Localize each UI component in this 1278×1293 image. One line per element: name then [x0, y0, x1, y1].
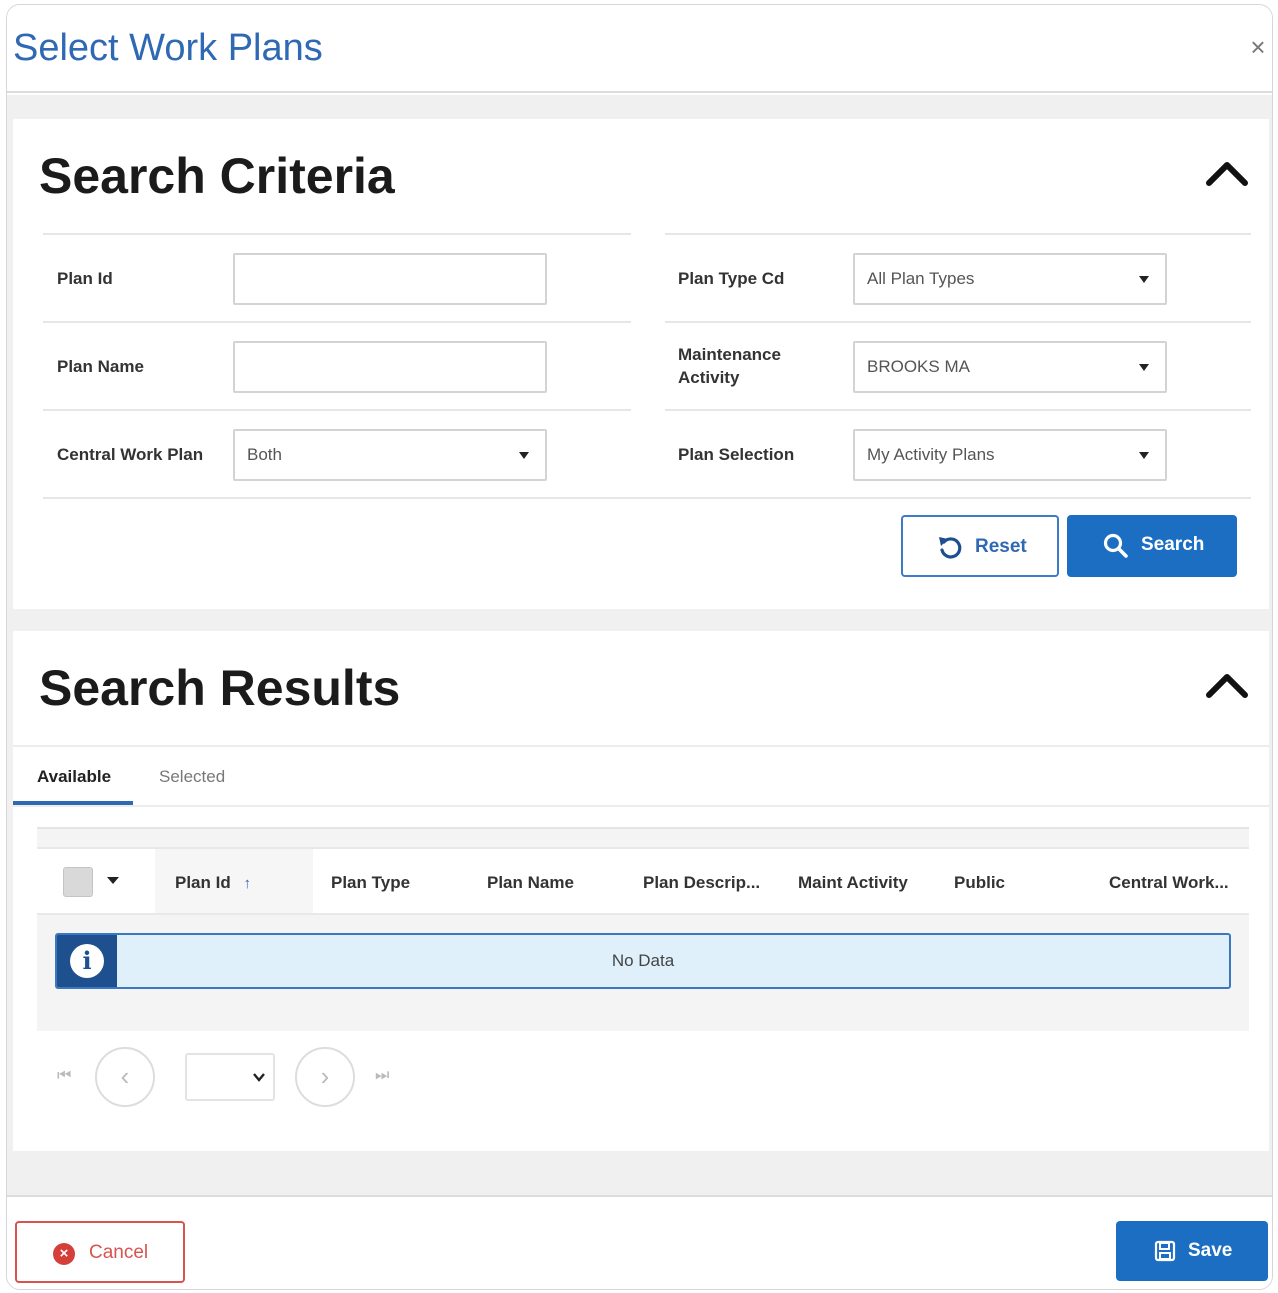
search-criteria-panel: Search Criteria Plan Id Plan Name Centra… [13, 119, 1269, 609]
reset-button[interactable]: Reset [901, 515, 1059, 577]
maintenance-activity-label-line2: Activity [678, 368, 740, 387]
close-icon[interactable]: × [1246, 33, 1270, 61]
column-plan-description[interactable]: Plan Descrip... [643, 873, 760, 893]
first-page-icon[interactable]: ⏮ [57, 1067, 71, 1085]
plan-selection-label: Plan Selection [678, 445, 795, 464]
central-work-plan-select[interactable]: Both [233, 429, 547, 481]
search-results-panel: Search Results Available Selected Plan I… [13, 631, 1269, 1151]
caret-down-icon [519, 452, 529, 459]
plan-name-input[interactable] [233, 341, 547, 393]
caret-down-icon [1139, 364, 1149, 371]
dialog-body: Search Criteria Plan Id Plan Name Centra… [7, 95, 1272, 1195]
divider [43, 409, 631, 411]
plan-id-input[interactable] [233, 253, 547, 305]
plan-type-cd-value: All Plan Types [867, 269, 975, 288]
save-button-label: Save [1188, 1240, 1233, 1261]
plan-name-label: Plan Name [57, 357, 144, 376]
page-select[interactable] [185, 1053, 275, 1101]
divider [665, 409, 1251, 411]
undo-icon [939, 537, 962, 559]
last-page-icon[interactable]: ⏭ [375, 1067, 389, 1085]
plan-id-label: Plan Id [57, 269, 113, 288]
pagination: ⏮ ‹ › ⏭ [43, 1047, 443, 1109]
cancel-x-icon: × [53, 1243, 75, 1265]
active-tab-indicator [13, 801, 133, 805]
dialog-footer: × Cancel Save [7, 1195, 1272, 1289]
cancel-button[interactable]: × Cancel [15, 1221, 185, 1283]
no-data-text: No Data [611, 951, 675, 970]
no-data-alert: i No Data [55, 933, 1231, 989]
maintenance-activity-label: Maintenance Activity [678, 343, 781, 389]
maintenance-activity-select[interactable]: BROOKS MA [853, 341, 1167, 393]
search-button-label: Search [1141, 534, 1205, 555]
save-button[interactable]: Save [1116, 1221, 1268, 1281]
column-plan-id[interactable]: Plan Id ↑ [175, 873, 251, 893]
divider [43, 497, 1251, 499]
column-plan-type[interactable]: Plan Type [331, 873, 410, 893]
search-results-title: Search Results [39, 660, 401, 716]
search-criteria-title: Search Criteria [39, 148, 395, 204]
divider [43, 233, 631, 235]
column-public[interactable]: Public [954, 873, 1005, 893]
chevron-down-icon [253, 1073, 265, 1082]
plan-selection-value: My Activity Plans [867, 445, 995, 464]
sort-ascending-icon: ↑ [243, 875, 251, 892]
select-all-checkbox[interactable] [63, 867, 93, 897]
collapse-results-chevron-icon[interactable] [1205, 669, 1249, 699]
grid-header: Plan Id ↑ Plan Type Plan Name Plan Descr… [37, 847, 1249, 915]
column-maint-activity[interactable]: Maint Activity [798, 873, 908, 893]
results-grid: Plan Id ↑ Plan Type Plan Name Plan Descr… [37, 827, 1249, 1031]
caret-down-icon [1139, 276, 1149, 283]
caret-down-icon [1139, 452, 1149, 459]
dialog-title: Select Work Plans [13, 27, 323, 69]
search-button[interactable]: Search [1067, 515, 1237, 577]
tab-selected[interactable]: Selected [159, 767, 225, 787]
column-central-work[interactable]: Central Work... [1109, 873, 1229, 893]
maintenance-activity-value: BROOKS MA [867, 357, 970, 376]
plan-type-cd-label: Plan Type Cd [678, 269, 785, 288]
select-work-plans-dialog: Select Work Plans × Search Criteria Plan… [6, 4, 1273, 1290]
select-menu-caret-icon[interactable] [107, 877, 119, 884]
next-page-button[interactable]: › [295, 1047, 355, 1107]
divider [665, 321, 1251, 323]
cancel-button-label: Cancel [89, 1242, 149, 1263]
divider [43, 321, 631, 323]
divider [665, 233, 1251, 235]
search-icon [1103, 533, 1128, 558]
previous-page-button[interactable]: ‹ [95, 1047, 155, 1107]
tab-available[interactable]: Available [37, 767, 111, 787]
floppy-disk-icon [1154, 1240, 1176, 1262]
reset-button-label: Reset [975, 536, 1027, 557]
maintenance-activity-label-line1: Maintenance [678, 345, 781, 364]
column-plan-id-label: Plan Id [175, 873, 231, 892]
dialog-header: Select Work Plans × [7, 5, 1272, 93]
central-work-plan-value: Both [247, 445, 282, 464]
plan-selection-select[interactable]: My Activity Plans [853, 429, 1167, 481]
results-tabs: Available Selected [13, 745, 1269, 807]
column-plan-name[interactable]: Plan Name [487, 873, 574, 893]
plan-type-cd-select[interactable]: All Plan Types [853, 253, 1167, 305]
central-work-plan-label: Central Work Plan [57, 445, 204, 464]
collapse-criteria-chevron-icon[interactable] [1205, 157, 1249, 187]
